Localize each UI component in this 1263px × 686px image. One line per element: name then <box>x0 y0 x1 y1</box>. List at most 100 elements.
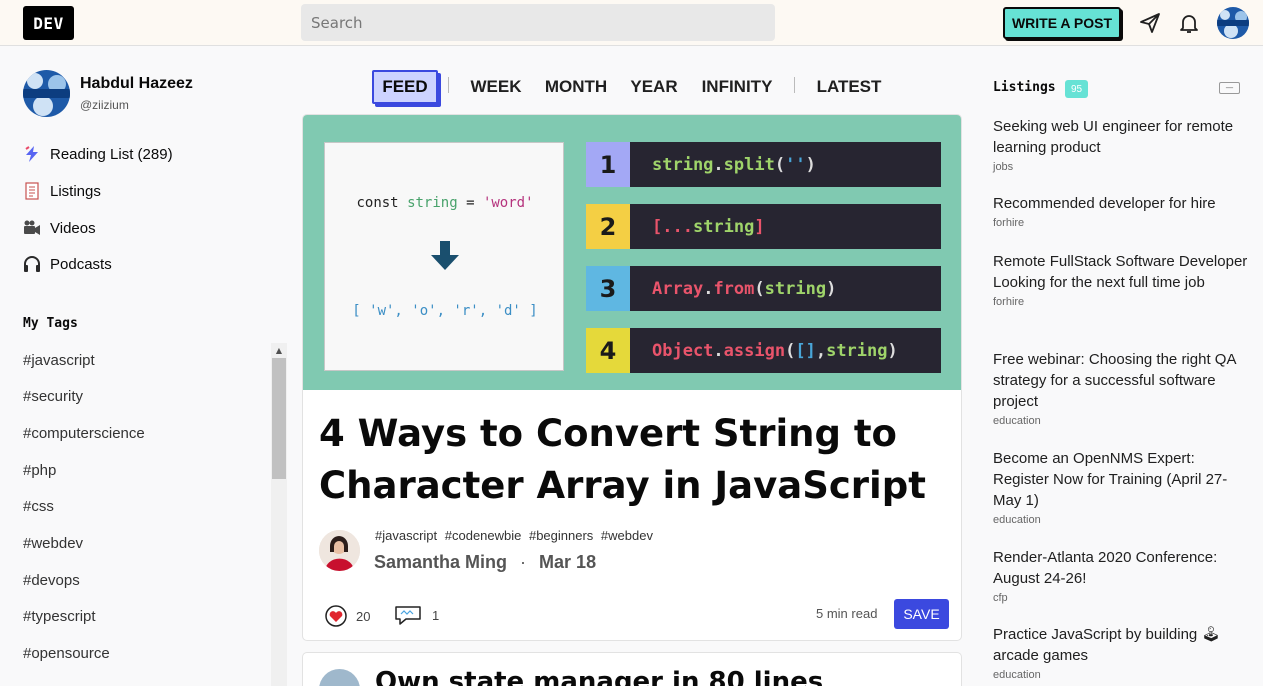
profile-handle: @ziizium <box>80 98 129 112</box>
tab-feed[interactable]: FEED <box>372 70 438 104</box>
tab-week[interactable]: WEEK <box>466 70 526 104</box>
top-bar: DEV WRITE A POST <box>0 0 1263 46</box>
profile-card[interactable]: Habdul Hazeez @ziizium <box>23 70 273 120</box>
author-name[interactable]: Samantha Ming <box>374 552 507 572</box>
method-code: string. split('') <box>652 154 816 175</box>
listing-title[interactable]: Seeking web UI engineer for remote learn… <box>993 116 1248 158</box>
tag-link[interactable]: #devops <box>23 572 80 589</box>
listing-item[interactable]: Become an OpenNMS Expert: Register Now f… <box>993 448 1248 526</box>
sidebar-item-reading-list[interactable]: Reading List (289) <box>23 142 173 166</box>
listing-title[interactable]: Free webinar: Choosing the right QA stra… <box>993 349 1248 412</box>
method-row: 3 Array. from(string) <box>586 266 941 311</box>
reactions-button[interactable]: 20 <box>324 605 370 627</box>
tag-link[interactable]: #security <box>23 388 83 405</box>
article-title[interactable]: 4 Ways to Convert String to Character Ar… <box>319 408 939 512</box>
method-code: [... string] <box>652 216 765 237</box>
tag-link[interactable]: #php <box>23 462 56 479</box>
listing-item[interactable]: Render-Atlanta 2020 Conference: August 2… <box>993 547 1248 604</box>
sidebar-item-label: Reading List (289) <box>50 145 173 163</box>
tag-link[interactable]: #javascript <box>23 352 95 369</box>
code-example-box: const string = 'word' [ 'w', 'o', 'r', '… <box>324 142 564 371</box>
tag-link[interactable]: #webdev <box>23 535 83 552</box>
listing-category: education <box>993 669 1041 681</box>
arrow-down-icon <box>431 241 459 271</box>
bell-icon[interactable] <box>1177 11 1201 35</box>
search-input[interactable] <box>301 4 775 41</box>
feed-tabs: FEED WEEK MONTH YEAR INFINITY LATEST <box>370 70 892 104</box>
tab-latest[interactable]: LATEST <box>812 70 886 104</box>
tab-year[interactable]: YEAR <box>626 70 682 104</box>
listings-count-badge: 95 <box>1065 80 1089 98</box>
listing-title[interactable]: Recommended developer for hire <box>993 193 1248 214</box>
code-declaration: const string = 'word' <box>356 195 534 211</box>
paper-plane-icon[interactable] <box>1138 11 1162 35</box>
lightning-icon <box>23 145 41 163</box>
author-avatar[interactable] <box>319 669 360 686</box>
sidebar-item-label: Videos <box>50 219 96 237</box>
method-code: Object. assign([], string) <box>652 340 898 361</box>
user-avatar[interactable] <box>1217 7 1249 39</box>
article-cover-image[interactable]: const string = 'word' [ 'w', 'o', 'r', '… <box>303 115 961 390</box>
listing-category: forhire <box>993 296 1025 308</box>
article-title[interactable]: Own state manager in 80 lines <box>375 667 823 686</box>
listings-icon <box>23 182 41 200</box>
collapse-icon[interactable]: — <box>1219 82 1240 94</box>
heart-icon <box>324 605 348 627</box>
listing-title[interactable]: Remote FullStack Software Developer Look… <box>993 251 1248 293</box>
method-number: 4 <box>586 328 630 373</box>
scroll-up-arrow-icon[interactable]: ▲ <box>271 343 287 357</box>
video-camera-icon <box>23 219 41 237</box>
headphones-icon <box>23 255 41 273</box>
tag-link[interactable]: #computerscience <box>23 425 145 442</box>
my-tags-heading: My Tags <box>23 316 78 331</box>
tab-divider <box>448 77 449 93</box>
tab-divider <box>794 77 795 93</box>
method-code: Array. from(string) <box>652 278 837 299</box>
comment-icon <box>394 604 422 626</box>
listing-title[interactable]: Become an OpenNMS Expert: Register Now f… <box>993 448 1248 511</box>
article-date: Mar 18 <box>539 552 597 572</box>
method-row: 4 Object. assign([], string) <box>586 328 941 373</box>
author-avatar[interactable] <box>319 530 360 571</box>
listing-title[interactable]: Render-Atlanta 2020 Conference: August 2… <box>993 547 1248 589</box>
reactions-count: 20 <box>356 608 371 624</box>
comments-button[interactable]: 1 <box>394 603 439 627</box>
method-number: 3 <box>586 266 630 311</box>
sidebar-item-podcasts[interactable]: Podcasts <box>23 252 112 276</box>
tab-infinity[interactable]: INFINITY <box>696 70 778 104</box>
listing-title[interactable]: Practice JavaScript by building 🕹 arcade… <box>993 624 1248 666</box>
tab-month[interactable]: MONTH <box>540 70 612 104</box>
listing-item[interactable]: Remote FullStack Software Developer Look… <box>993 251 1248 308</box>
read-time: 5 min read <box>816 606 878 621</box>
article-meta: Samantha Ming · Mar 18 <box>374 552 596 573</box>
method-number: 2 <box>586 204 630 249</box>
listings-heading[interactable]: Listings <box>993 80 1056 95</box>
sidebar-item-listings[interactable]: Listings <box>23 179 101 203</box>
tag-link[interactable]: #typescript <box>23 608 96 625</box>
profile-avatar[interactable] <box>23 70 70 117</box>
listing-item[interactable]: Recommended developer for hire forhire <box>993 193 1248 229</box>
tag-link[interactable]: #css <box>23 498 54 515</box>
tag-link[interactable]: #opensource <box>23 645 110 662</box>
write-post-button[interactable]: WRITE A POST <box>1003 7 1121 39</box>
dev-logo[interactable]: DEV <box>23 6 74 40</box>
listing-category: jobs <box>993 161 1014 173</box>
save-button[interactable]: SAVE <box>894 599 949 629</box>
code-result: [ 'w', 'o', 'r', 'd' ] <box>352 303 538 319</box>
listing-item[interactable]: Practice JavaScript by building 🕹 arcade… <box>993 624 1248 681</box>
profile-name[interactable]: Habdul Hazeez <box>80 75 193 93</box>
method-number: 1 <box>586 142 630 187</box>
comments-count: 1 <box>432 607 440 623</box>
tags-scrollbar-thumb[interactable] <box>272 358 286 479</box>
featured-article-card[interactable]: const string = 'word' [ 'w', 'o', 'r', '… <box>303 115 961 640</box>
method-row: 2 [... string] <box>586 204 941 249</box>
method-row: 1 string. split('') <box>586 142 941 187</box>
sidebar-item-videos[interactable]: Videos <box>23 216 96 240</box>
article-card[interactable]: Own state manager in 80 lines <box>303 653 961 686</box>
listing-item[interactable]: Seeking web UI engineer for remote learn… <box>993 116 1248 173</box>
listing-category: education <box>993 514 1041 526</box>
meta-separator: · <box>520 552 527 572</box>
article-tags[interactable]: #javascript #codenewbie #beginners #webd… <box>375 528 653 543</box>
listing-category: forhire <box>993 217 1025 229</box>
listing-item[interactable]: Free webinar: Choosing the right QA stra… <box>993 349 1248 427</box>
